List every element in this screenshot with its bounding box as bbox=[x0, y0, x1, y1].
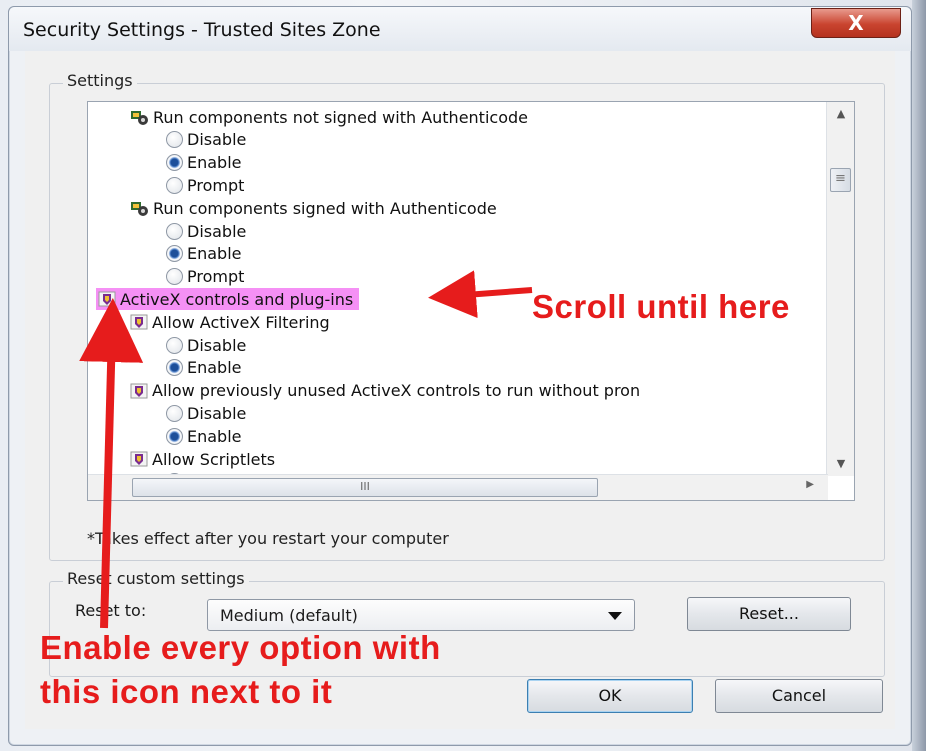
setting-option[interactable]: Enable bbox=[166, 357, 242, 379]
category-label: Allow previously unused ActiveX controls… bbox=[152, 381, 641, 401]
component-gear-icon bbox=[131, 201, 148, 216]
window-title: Security Settings - Trusted Sites Zone bbox=[23, 19, 381, 41]
ok-button[interactable]: OK bbox=[527, 679, 693, 713]
restart-footnote: *Takes effect after you restart your com… bbox=[87, 529, 449, 548]
vertical-scroll-thumb[interactable]: ≡ bbox=[830, 168, 851, 192]
setting-option[interactable]: Prompt bbox=[166, 266, 244, 288]
setting-option[interactable]: Disable bbox=[166, 129, 246, 151]
option-label: Prompt bbox=[187, 267, 245, 287]
setting-category: Run components signed with Authenticode bbox=[130, 197, 497, 219]
title-bar[interactable]: Security Settings - Trusted Sites Zone X bbox=[9, 7, 911, 51]
radio-unselected-icon[interactable] bbox=[166, 268, 183, 286]
radio-unselected-icon[interactable] bbox=[166, 404, 183, 422]
enable-option-note: Enable every option with this icon next … bbox=[40, 626, 441, 714]
enable-note-line-2: this icon next to it bbox=[40, 673, 333, 710]
settings-group-label: Settings bbox=[63, 71, 137, 90]
option-label: Enable bbox=[187, 153, 242, 173]
setting-category: Run components not signed with Authentic… bbox=[130, 106, 528, 128]
setting-option[interactable]: Disable bbox=[166, 220, 246, 242]
radio-selected-icon[interactable] bbox=[166, 427, 183, 445]
setting-category: Allow previously unused ActiveX controls… bbox=[130, 380, 640, 402]
radio-unselected-icon[interactable] bbox=[166, 176, 183, 194]
setting-option[interactable]: Enable bbox=[166, 243, 242, 265]
horizontal-scroll-thumb[interactable]: III bbox=[132, 478, 598, 497]
category-label: Run components signed with Authenticode bbox=[153, 198, 497, 218]
setting-option[interactable]: Prompt bbox=[166, 174, 244, 196]
horizontal-scrollbar[interactable]: III ▶ bbox=[88, 474, 828, 500]
radio-unselected-icon[interactable] bbox=[166, 222, 183, 240]
option-label: Disable bbox=[187, 130, 247, 150]
option-label: Disable bbox=[187, 403, 247, 423]
category-label: ActiveX controls and plug-ins bbox=[120, 289, 354, 309]
vertical-scrollbar[interactable]: ▲ ≡ ▼ bbox=[826, 102, 854, 476]
security-level-value: Medium (default) bbox=[220, 606, 358, 625]
activex-category-highlighted: ActiveX controls and plug-ins bbox=[96, 288, 360, 311]
activex-icon bbox=[130, 383, 148, 399]
activex-icon bbox=[98, 291, 116, 307]
close-button[interactable]: X bbox=[811, 8, 901, 38]
radio-selected-icon[interactable] bbox=[166, 245, 183, 263]
option-label: Enable bbox=[187, 358, 242, 378]
reset-to-label: Reset to: bbox=[75, 601, 147, 620]
scroll-until-here-note: Scroll until here bbox=[532, 288, 790, 325]
option-label: Prompt bbox=[187, 175, 245, 195]
radio-selected-icon[interactable] bbox=[166, 154, 183, 172]
option-label: Enable bbox=[187, 426, 242, 446]
category-label: Run components not signed with Authentic… bbox=[153, 107, 528, 127]
category-label: Allow Scriptlets bbox=[152, 449, 276, 469]
background-window-edge bbox=[912, 0, 926, 751]
activex-icon bbox=[130, 314, 148, 330]
setting-option[interactable]: Disable bbox=[166, 402, 246, 424]
setting-category: Allow Scriptlets bbox=[130, 448, 275, 470]
option-label: Disable bbox=[187, 221, 247, 241]
setting-option[interactable]: Enable bbox=[166, 425, 242, 447]
scroll-up-arrow-icon[interactable]: ▲ bbox=[827, 102, 854, 126]
option-label: Disable bbox=[187, 335, 247, 355]
reset-group-label: Reset custom settings bbox=[63, 569, 249, 588]
category-label: Allow ActiveX Filtering bbox=[152, 312, 330, 332]
radio-selected-icon[interactable] bbox=[166, 359, 183, 377]
activex-icon bbox=[130, 451, 148, 467]
reset-button[interactable]: Reset... bbox=[687, 597, 851, 631]
component-gear-icon bbox=[131, 110, 148, 125]
setting-option[interactable]: Disable bbox=[166, 334, 246, 356]
radio-unselected-icon[interactable] bbox=[166, 131, 183, 149]
scroll-right-arrow-icon[interactable]: ▶ bbox=[806, 479, 814, 490]
enable-note-line-1: Enable every option with bbox=[40, 629, 441, 666]
setting-category: Allow ActiveX Filtering bbox=[130, 311, 330, 333]
scroll-down-arrow-icon[interactable]: ▼ bbox=[827, 452, 854, 476]
radio-unselected-icon[interactable] bbox=[166, 336, 183, 354]
cancel-button[interactable]: Cancel bbox=[715, 679, 883, 713]
option-label: Enable bbox=[187, 244, 242, 264]
chevron-down-icon[interactable] bbox=[608, 612, 622, 620]
setting-option[interactable]: Enable bbox=[166, 152, 242, 174]
